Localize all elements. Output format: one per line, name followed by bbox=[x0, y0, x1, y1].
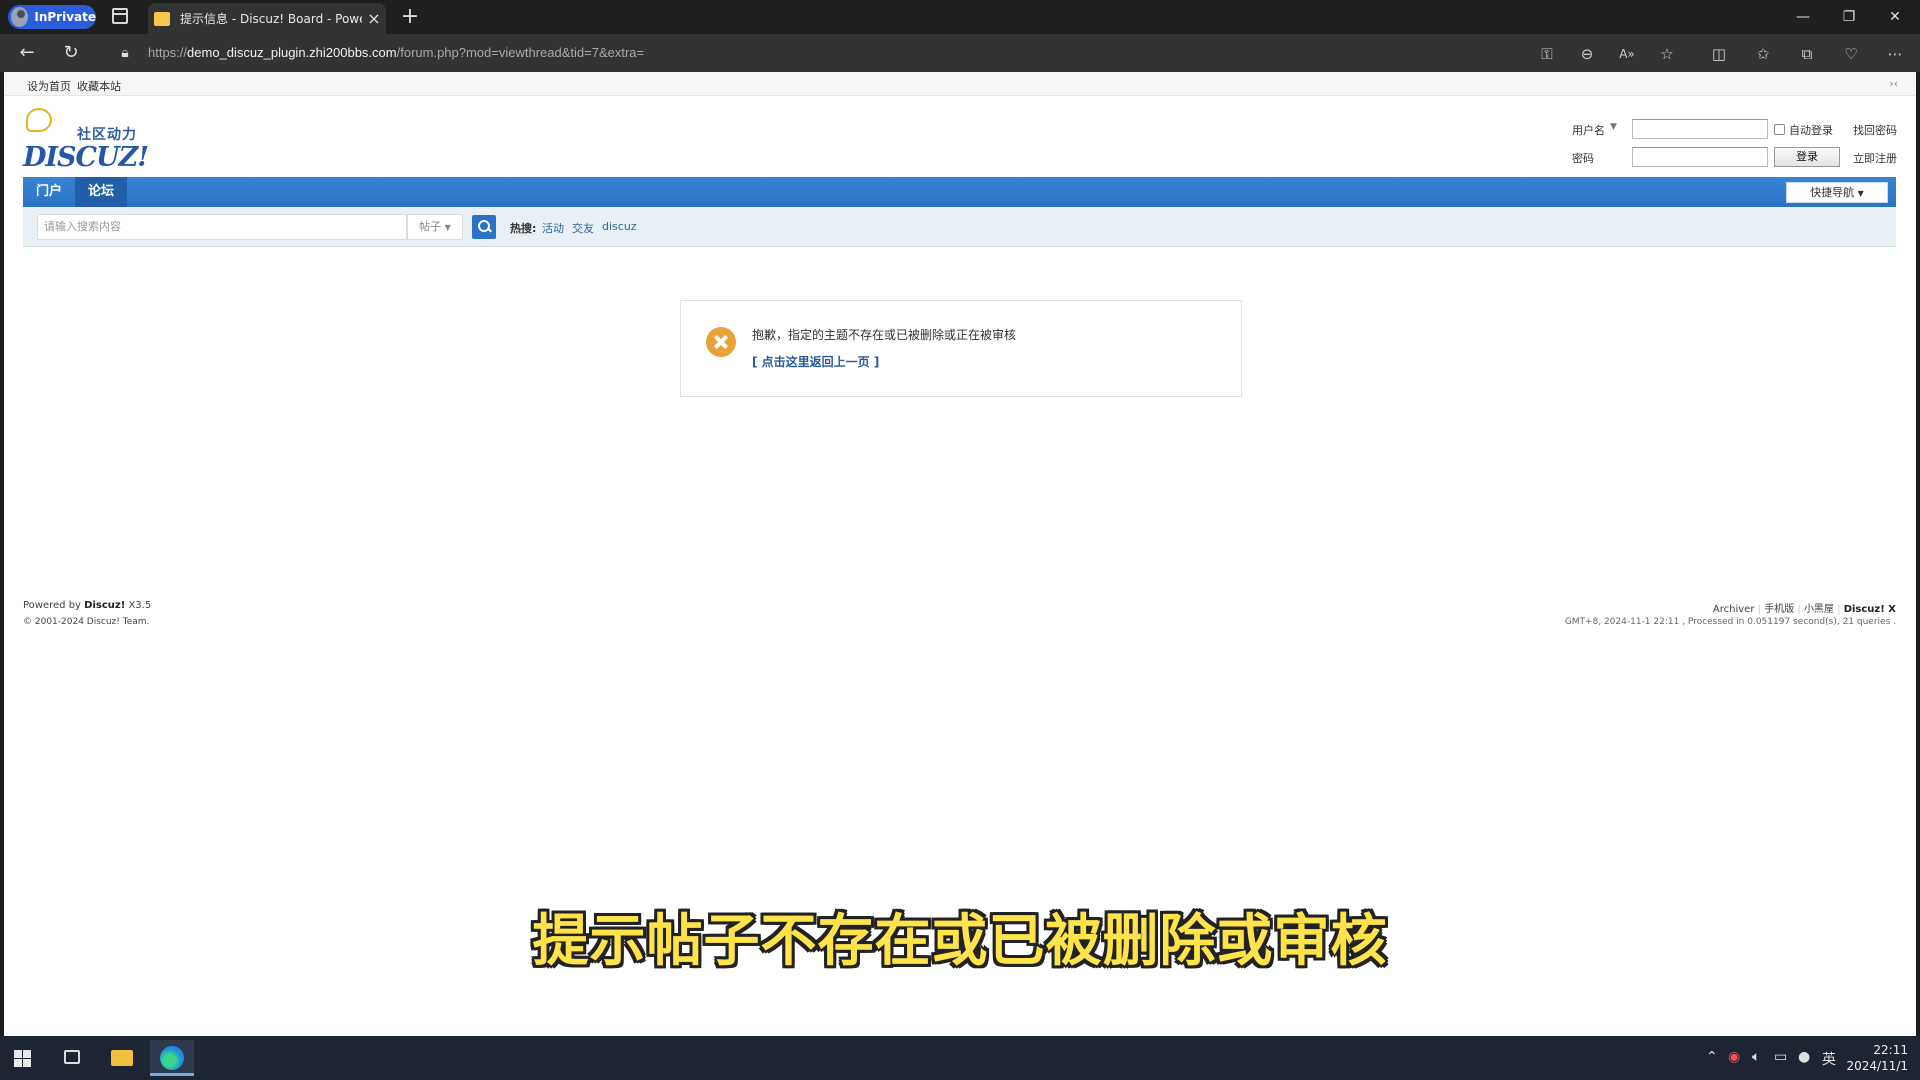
logo-slogan: 社区动力 bbox=[77, 127, 137, 143]
chevron-down-icon: ▼ bbox=[1857, 189, 1864, 198]
error-icon bbox=[706, 327, 736, 357]
zoom-out-icon[interactable]: ⊖ bbox=[1576, 43, 1598, 65]
inprivate-badge[interactable]: InPrivate bbox=[8, 5, 96, 29]
search-type-label: 帖子 bbox=[419, 220, 442, 233]
browser-tab-active[interactable]: 提示信息 - Discuz! Board - Powered × bbox=[148, 3, 386, 34]
quick-nav-label: 快捷导航 bbox=[1810, 186, 1855, 199]
hot-term-link[interactable]: 交友 bbox=[572, 220, 594, 236]
network-icon[interactable]: ▭ bbox=[1774, 1049, 1787, 1065]
powered-version: X3.5 bbox=[128, 600, 152, 611]
edge-browser-icon[interactable] bbox=[150, 1040, 194, 1076]
main-nav: 门户 论坛 快捷导航 ▼ bbox=[23, 177, 1896, 207]
password-input[interactable] bbox=[1632, 147, 1768, 167]
search-button[interactable] bbox=[472, 215, 496, 239]
lock-icon[interactable]: 🔒︎ bbox=[114, 43, 136, 65]
back-icon[interactable]: ← bbox=[16, 43, 38, 65]
footer-links: Archiver | 手机版 | 小黑屋 | Discuz! X bbox=[1712, 604, 1896, 615]
start-windows-icon[interactable] bbox=[14, 1050, 31, 1067]
set-home-link[interactable]: 设为首页 bbox=[27, 78, 71, 94]
auto-login-checkbox[interactable] bbox=[1774, 124, 1785, 135]
quick-nav-button[interactable]: 快捷导航 ▼ bbox=[1786, 182, 1888, 203]
register-link[interactable]: 立即注册 bbox=[1853, 150, 1897, 166]
windows-taskbar: ⌃ ◉ 🔈︎ ▭ ● 英 22:11 2024/11/1 bbox=[0, 1036, 1920, 1080]
volume-icon[interactable]: 🔈︎ bbox=[1752, 1049, 1760, 1065]
url-host: demo_discuz_plugin.zhi200bbs.com bbox=[187, 45, 397, 60]
footer-powered: Powered by Discuz! X3.5 bbox=[23, 600, 151, 611]
ime-indicator[interactable]: 英 bbox=[1822, 1049, 1836, 1069]
refresh-icon[interactable]: ↻ bbox=[60, 43, 82, 65]
page-viewport: 设为首页 收藏本站 ›‹ 社区动力 DISCUZ! 用户名 ▼ 自动登录 找回密… bbox=[4, 72, 1916, 1036]
system-clock[interactable]: 22:11 2024/11/1 bbox=[1846, 1042, 1908, 1074]
tab-actions-icon[interactable] bbox=[112, 8, 128, 24]
favorites-icon[interactable]: ✩ bbox=[1752, 43, 1774, 65]
minimize-icon[interactable]: — bbox=[1780, 0, 1826, 34]
footer-link-archiver[interactable]: Archiver bbox=[1713, 604, 1755, 615]
more-menu-icon[interactable]: ⋯ bbox=[1884, 43, 1906, 65]
footer-link-blacklist[interactable]: 小黑屋 bbox=[1804, 604, 1834, 615]
powered-brand-link[interactable]: Discuz! bbox=[84, 600, 125, 611]
nav-item-forum[interactable]: 论坛 bbox=[75, 177, 127, 207]
url-prefix: https:// bbox=[148, 45, 188, 60]
clock-time: 22:11 bbox=[1873, 1043, 1908, 1057]
address-bar[interactable]: https://demo_discuz_plugin.zhi200bbs.com… bbox=[148, 45, 644, 60]
tray-app-icon[interactable]: ◉ bbox=[1728, 1049, 1740, 1065]
site-topbar: 设为首页 收藏本站 ›‹ bbox=[4, 72, 1916, 96]
nav-item-portal[interactable]: 门户 bbox=[23, 177, 75, 207]
bookmark-link[interactable]: 收藏本站 bbox=[77, 78, 121, 94]
hot-term-link[interactable]: 活动 bbox=[542, 220, 564, 236]
video-subtitle: 提示帖子不存在或已被删除或审核 bbox=[532, 909, 1388, 974]
tab-close-icon[interactable]: × bbox=[362, 9, 386, 28]
hot-search-label: 热搜: bbox=[510, 222, 537, 235]
browser-toolbar: ← ↻ 🔒︎ https://demo_discuz_plugin.zhi200… bbox=[0, 34, 1920, 72]
username-type-dropdown-icon[interactable]: ▼ bbox=[1610, 122, 1617, 132]
task-view-icon[interactable] bbox=[50, 1040, 94, 1076]
file-explorer-icon[interactable] bbox=[100, 1040, 144, 1076]
footer-link-mobile[interactable]: 手机版 bbox=[1764, 604, 1794, 615]
inprivate-label: InPrivate bbox=[34, 10, 96, 24]
chevron-down-icon: ▼ bbox=[444, 223, 451, 232]
username-label[interactable]: 用户名 bbox=[1572, 122, 1605, 138]
collapse-topbar-icon[interactable]: ›‹ bbox=[1889, 77, 1898, 90]
close-window-icon[interactable]: ✕ bbox=[1872, 0, 1918, 34]
username-input[interactable] bbox=[1632, 119, 1768, 139]
password-label: 密码 bbox=[1572, 152, 1594, 165]
logo-wordmark: DISCUZ! bbox=[23, 142, 149, 173]
footer-brand-link[interactable]: Discuz! X bbox=[1844, 604, 1896, 615]
split-screen-icon[interactable]: ◫ bbox=[1708, 43, 1730, 65]
browser-essentials-icon[interactable]: ♡ bbox=[1840, 43, 1862, 65]
footer-copyright: © 2001-2024 Discuz! Team. bbox=[23, 617, 150, 627]
search-input[interactable]: 请输入搜索内容 bbox=[37, 214, 407, 240]
collections-icon[interactable]: ⧉ bbox=[1796, 43, 1818, 65]
site-logo[interactable]: 社区动力 DISCUZ! bbox=[23, 106, 149, 173]
read-aloud-icon[interactable]: A» bbox=[1616, 43, 1638, 65]
go-back-link[interactable]: [ 点击这里返回上一页 ] bbox=[752, 353, 879, 370]
search-type-select[interactable]: 帖子 ▼ bbox=[407, 214, 463, 240]
powered-prefix: Powered by bbox=[23, 600, 81, 611]
new-tab-icon[interactable]: + bbox=[398, 3, 422, 31]
tab-favicon-icon bbox=[154, 11, 170, 26]
tab-title: 提示信息 - Discuz! Board - Powered bbox=[180, 12, 362, 26]
browser-titlebar: InPrivate 提示信息 - Discuz! Board - Powered… bbox=[0, 0, 1920, 34]
microphone-icon[interactable]: ● bbox=[1798, 1049, 1810, 1065]
error-message-box: 抱歉，指定的主题不存在或已被删除或正在被审核 [ 点击这里返回上一页 ] bbox=[680, 300, 1242, 397]
hot-term-link[interactable]: discuz bbox=[602, 220, 637, 233]
clock-date: 2024/11/1 bbox=[1846, 1059, 1908, 1073]
error-message-text: 抱歉，指定的主题不存在或已被删除或正在被审核 bbox=[752, 328, 1017, 342]
footer-stats: GMT+8, 2024-11-1 22:11 , Processed in 0.… bbox=[1564, 617, 1896, 627]
forgot-password-link[interactable]: 找回密码 bbox=[1853, 122, 1897, 138]
favorite-star-icon[interactable]: ☆ bbox=[1656, 43, 1678, 65]
url-path: /forum.php?mod=viewthread&tid=7&extra= bbox=[396, 45, 645, 60]
logo-bubble-icon bbox=[26, 108, 52, 132]
restore-icon[interactable]: ❐ bbox=[1826, 0, 1872, 34]
password-key-icon[interactable]: ⚿ bbox=[1536, 43, 1558, 65]
login-button[interactable]: 登录 bbox=[1774, 147, 1840, 167]
profile-avatar-icon bbox=[11, 7, 29, 27]
search-bar: 请输入搜索内容 帖子 ▼ 热搜: 活动 交友 discuz bbox=[23, 207, 1896, 247]
tray-chevron-up-icon[interactable]: ⌃ bbox=[1706, 1049, 1718, 1065]
auto-login-label: 自动登录 bbox=[1789, 124, 1833, 137]
